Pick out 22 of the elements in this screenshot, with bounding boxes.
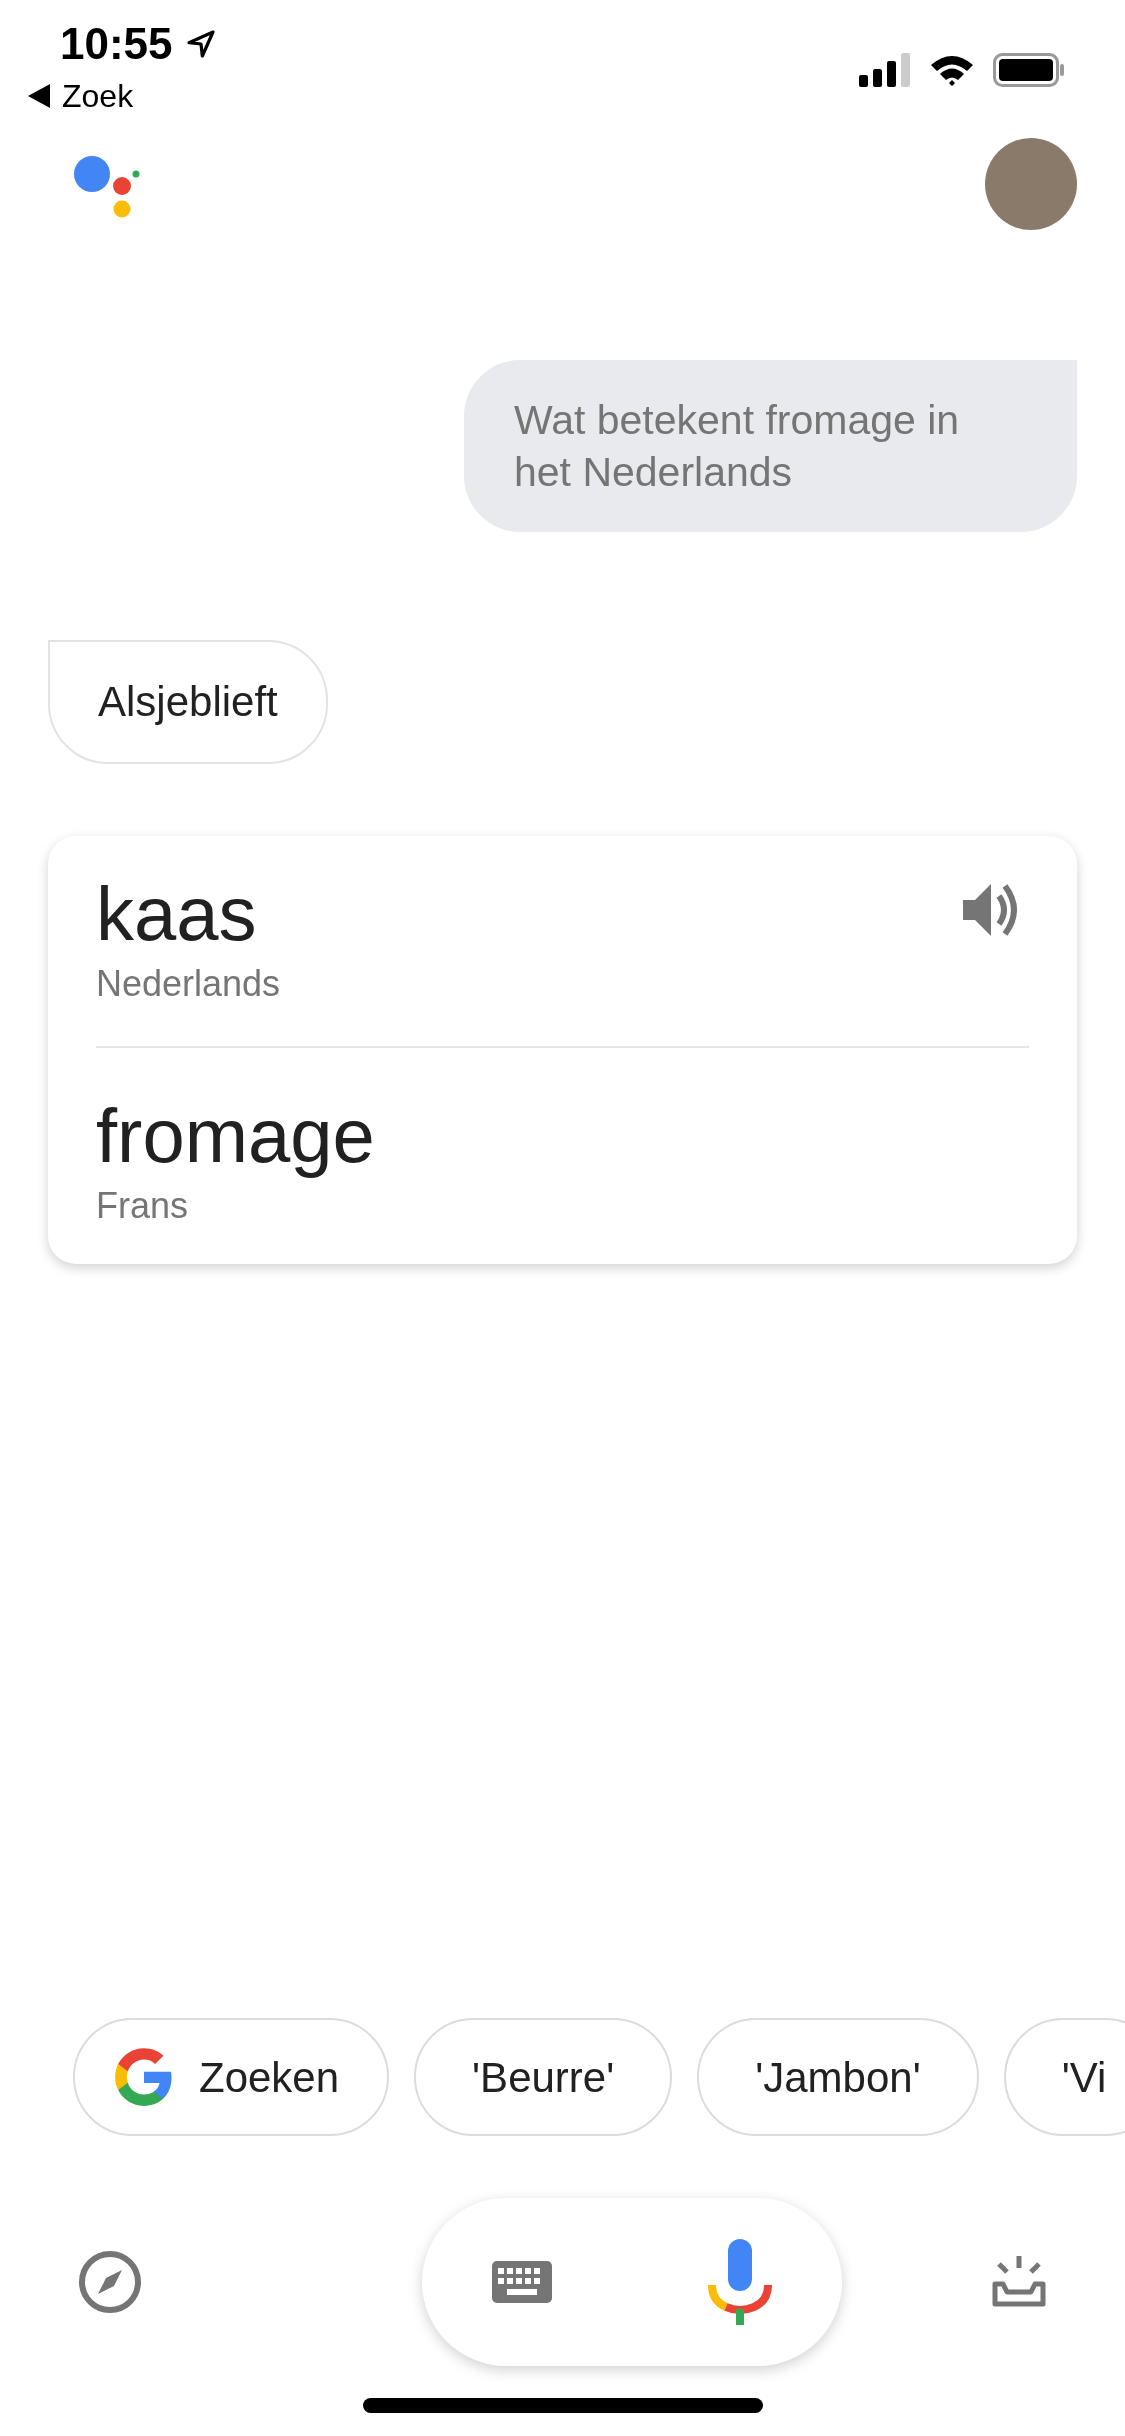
wifi-icon [929, 53, 975, 87]
tray-icon[interactable] [991, 2254, 1047, 2310]
status-time: 10:55 [60, 22, 173, 66]
back-button[interactable]: Zoek [28, 80, 217, 112]
suggestion-chip[interactable]: 'Vi [1003, 2018, 1125, 2136]
compass-icon[interactable] [78, 2250, 142, 2314]
back-triangle-icon [28, 84, 50, 108]
assistant-logo-icon [74, 156, 140, 218]
translated-word: fromage [96, 1092, 375, 1180]
language-label: Nederlands [96, 962, 281, 1006]
assistant-message-bubble: Alsjeblieft [48, 640, 328, 764]
battery-icon [993, 53, 1065, 87]
microphone-icon[interactable] [707, 2239, 772, 2325]
suggestion-chip[interactable]: 'Jambon' [697, 2018, 979, 2136]
suggestion-chip[interactable]: Zoeken [73, 2018, 390, 2136]
cellular-signal-icon [859, 53, 911, 87]
user-message-bubble: Wat betekent fromage in het Nederlands [464, 360, 1077, 532]
language-label: Frans [96, 1184, 190, 1228]
suggestion-chip[interactable]: 'Beurre' [414, 2018, 673, 2136]
keyboard-icon[interactable] [491, 2261, 552, 2303]
location-arrow-icon [184, 28, 217, 60]
translated-word: kaas [96, 870, 258, 958]
